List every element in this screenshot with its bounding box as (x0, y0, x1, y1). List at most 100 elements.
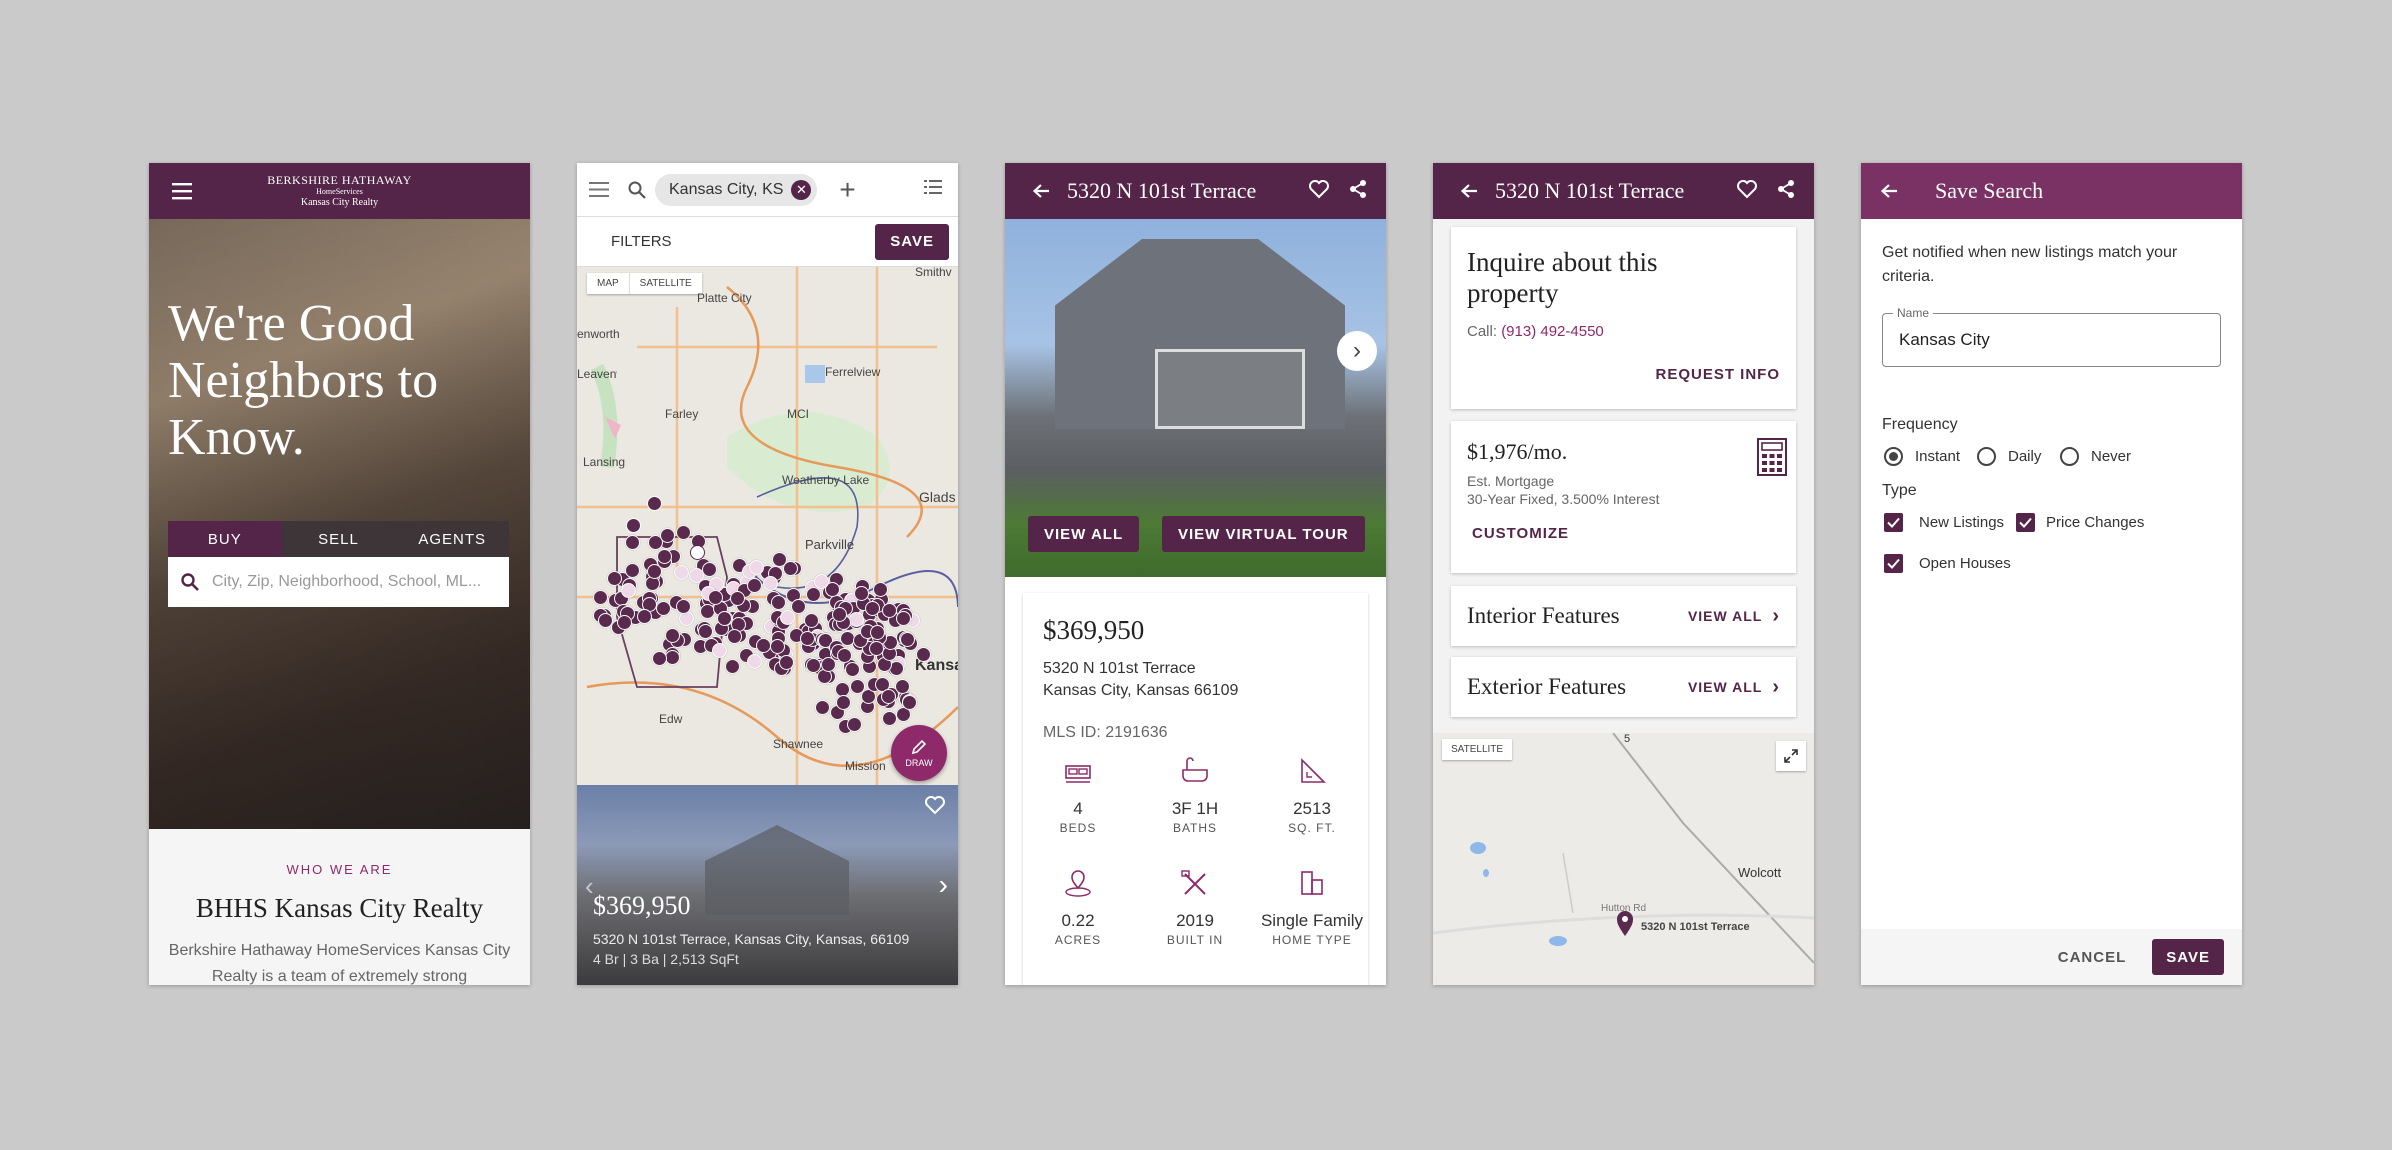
listing-pin[interactable] (882, 711, 898, 727)
exterior-view-all-button[interactable]: VIEW ALL › (1688, 676, 1780, 699)
listing-pin[interactable] (702, 561, 718, 577)
filters-button[interactable]: FILTERS (611, 233, 672, 250)
interior-features-card[interactable]: Interior Features VIEW ALL › (1451, 586, 1796, 646)
listing-pin[interactable] (673, 564, 689, 580)
listing-pin[interactable] (779, 609, 795, 625)
tab-agents[interactable]: AGENTS (395, 521, 510, 557)
listing-pin[interactable] (803, 612, 819, 628)
listing-pin[interactable] (901, 694, 917, 710)
tab-sell[interactable]: SELL (281, 521, 396, 557)
menu-icon[interactable] (579, 163, 619, 218)
listing-pin[interactable] (617, 614, 633, 630)
menu-icon[interactable] (159, 163, 207, 219)
listing-pin[interactable] (593, 590, 609, 606)
listing-pin[interactable] (782, 560, 798, 576)
listing-pin[interactable] (778, 654, 794, 670)
share-icon[interactable] (1348, 179, 1368, 204)
interior-view-all-button[interactable]: VIEW ALL › (1688, 605, 1780, 628)
satellite-toggle[interactable]: SATELLITE (1442, 739, 1513, 760)
listing-pin[interactable] (690, 545, 705, 560)
favorite-icon[interactable] (1736, 179, 1758, 204)
listing-pin[interactable] (625, 534, 641, 550)
listing-pin[interactable] (755, 637, 771, 653)
listing-pin[interactable] (805, 587, 821, 603)
exterior-features-card[interactable]: Exterior Features VIEW ALL › (1451, 657, 1796, 717)
name-field[interactable]: Name Kansas City (1882, 306, 2221, 367)
listing-pin[interactable] (762, 576, 778, 592)
listing-pin[interactable] (606, 570, 622, 586)
location-map[interactable]: SATELLITE 5 Wolcott Hutton Rd 5320 N 101… (1433, 733, 1814, 985)
listing-card[interactable]: ‹ › $369,950 5320 N 101st Terrace, Kansa… (577, 785, 958, 985)
listing-pin[interactable] (675, 599, 691, 615)
list-view-icon[interactable] (924, 180, 942, 199)
search-input[interactable]: City, Zip, Neighborhood, School, ML... (168, 557, 509, 607)
listing-pin[interactable] (655, 601, 671, 617)
listing-pin[interactable] (846, 716, 862, 732)
location-chip[interactable]: Kansas City, KS ✕ (655, 173, 818, 206)
frequency-instant-radio[interactable]: Instant (1884, 447, 1960, 466)
tab-buy[interactable]: BUY (168, 521, 282, 557)
listing-pin[interactable] (626, 518, 641, 533)
back-arrow-icon[interactable] (1865, 163, 1913, 219)
chevron-right-icon[interactable]: › (1337, 331, 1377, 371)
listing-pin[interactable] (747, 578, 763, 594)
map-view[interactable]: MAP SATELLITE Platte City Smithv enworth… (577, 267, 958, 785)
listing-pin[interactable] (881, 603, 897, 619)
listing-pin[interactable] (665, 650, 681, 666)
listing-pin[interactable] (849, 679, 865, 695)
listing-pin[interactable] (915, 646, 931, 662)
listing-pin[interactable] (872, 582, 888, 598)
favorite-icon[interactable] (924, 795, 946, 820)
share-icon[interactable] (1776, 179, 1796, 204)
customize-button[interactable]: CUSTOMIZE (1472, 525, 1780, 542)
listing-pin[interactable] (716, 610, 732, 626)
listing-pin[interactable] (815, 699, 831, 715)
listing-pin[interactable] (647, 496, 662, 511)
type-open-houses-checkbox[interactable]: Open Houses (1884, 554, 2011, 573)
back-arrow-icon[interactable] (1017, 163, 1065, 219)
favorite-icon[interactable] (1308, 179, 1330, 204)
listing-pin[interactable] (598, 612, 614, 628)
property-map-pin-icon[interactable] (1615, 909, 1635, 942)
listing-pin[interactable] (697, 623, 713, 639)
listing-pin[interactable] (853, 586, 869, 602)
remove-chip-icon[interactable]: ✕ (791, 179, 812, 200)
listing-pin[interactable] (624, 563, 640, 579)
type-new-listings-checkbox[interactable]: New Listings (1884, 513, 2004, 532)
listing-pin[interactable] (770, 594, 786, 610)
chevron-right-icon[interactable]: › (939, 869, 948, 901)
frequency-never-radio[interactable]: Never (2060, 447, 2131, 466)
listing-pin[interactable] (844, 661, 860, 677)
save-button[interactable]: SAVE (2152, 939, 2224, 975)
listing-pin[interactable] (836, 647, 852, 663)
listing-pin[interactable] (748, 559, 764, 575)
listing-pin[interactable] (724, 658, 740, 674)
listing-pin[interactable] (895, 611, 911, 627)
listing-pin[interactable] (790, 598, 806, 614)
back-arrow-icon[interactable] (1445, 163, 1493, 219)
listing-pin[interactable] (832, 606, 848, 622)
view-all-photos-button[interactable]: VIEW ALL (1028, 516, 1140, 552)
listing-pin[interactable] (821, 657, 837, 673)
search-icon[interactable] (619, 163, 655, 218)
virtual-tour-button[interactable]: VIEW VIRTUAL TOUR (1162, 516, 1365, 552)
draw-button[interactable]: DRAW (891, 725, 947, 781)
property-photo[interactable]: › VIEW ALL VIEW VIRTUAL TOUR (1005, 219, 1386, 577)
listing-pin[interactable] (621, 583, 637, 599)
listing-pin[interactable] (836, 694, 852, 710)
cancel-button[interactable]: CANCEL (2058, 949, 2127, 966)
listing-pin[interactable] (652, 650, 668, 666)
listing-pin[interactable] (664, 627, 680, 643)
listing-pin[interactable] (675, 524, 691, 540)
add-location-icon[interactable]: + (839, 175, 855, 204)
listing-pin[interactable] (799, 630, 815, 646)
save-search-button[interactable]: SAVE (875, 223, 949, 260)
frequency-daily-radio[interactable]: Daily (1977, 447, 2041, 466)
expand-map-icon[interactable] (1776, 741, 1806, 771)
listing-pin[interactable] (711, 643, 727, 659)
request-info-button[interactable]: REQUEST INFO (1655, 366, 1780, 383)
type-price-changes-checkbox[interactable]: Price Changes (2016, 513, 2144, 532)
listing-pin[interactable] (636, 609, 652, 625)
listing-pin[interactable] (746, 653, 762, 669)
phone-link[interactable]: (913) 492-4550 (1501, 323, 1604, 340)
